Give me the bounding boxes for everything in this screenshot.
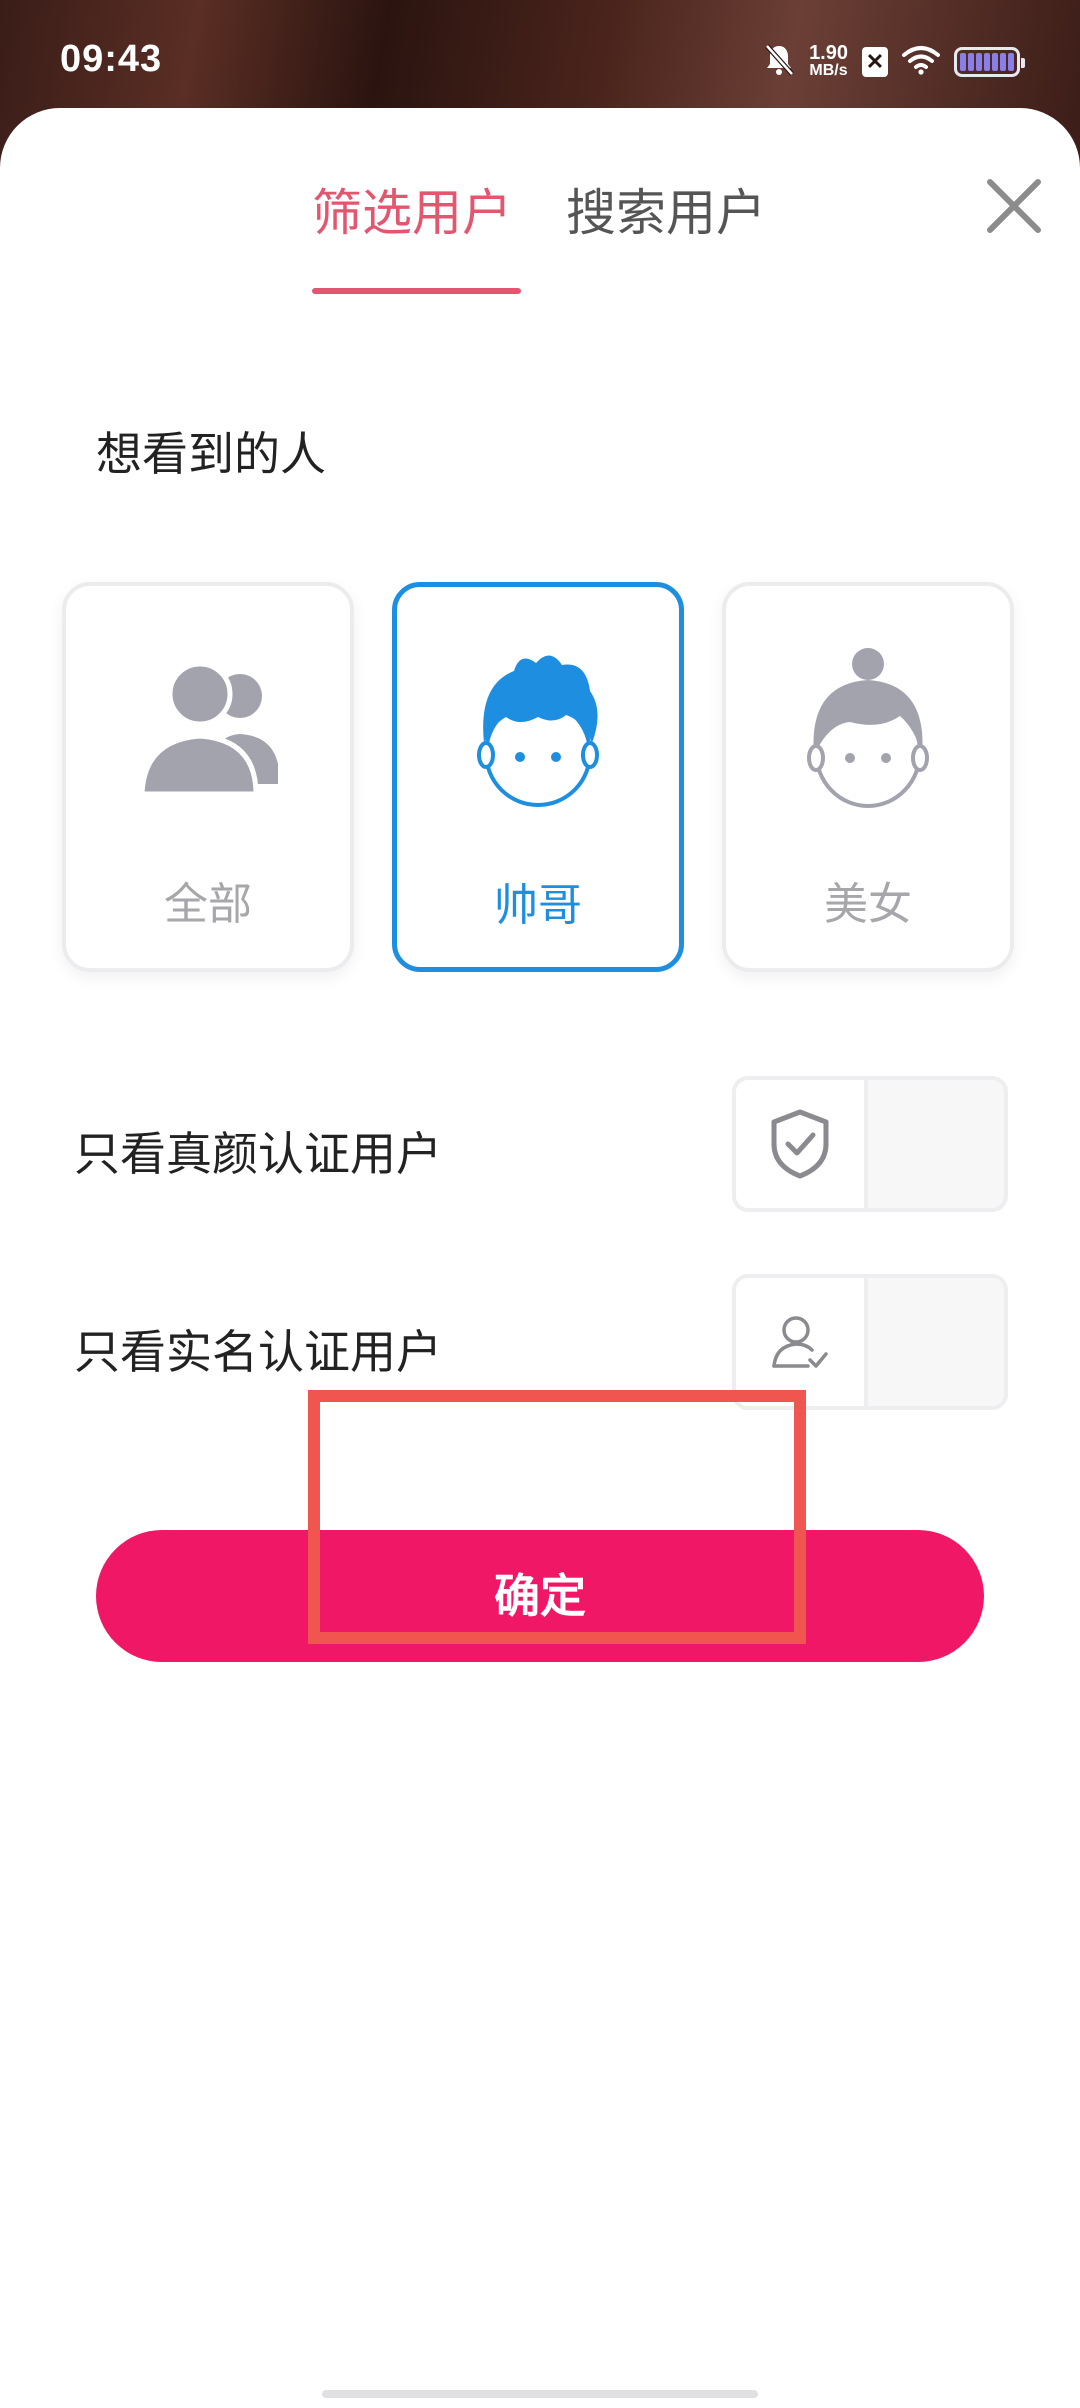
active-tab-indicator	[312, 288, 521, 294]
status-time: 09:43	[60, 38, 163, 80]
home-indicator[interactable]	[322, 2390, 758, 2398]
network-speed: 1.90 MB/s	[809, 42, 848, 80]
network-speed-unit: MB/s	[809, 62, 848, 79]
status-icons: 1.90 MB/s ✕	[763, 40, 1025, 84]
boy-face-icon	[477, 655, 599, 807]
gender-option-female[interactable]: 美女	[722, 582, 1014, 972]
filter-label-real-name: 只看实名认证用户	[74, 1325, 442, 1379]
real-face-toggle[interactable]	[732, 1076, 1008, 1212]
gender-option-male[interactable]: 帅哥	[392, 582, 684, 972]
gender-option-label: 帅哥	[494, 880, 582, 931]
network-speed-value: 1.90	[809, 42, 848, 64]
close-button[interactable]	[982, 174, 1046, 238]
toggle-knob	[736, 1278, 868, 1406]
section-title: 想看到的人	[96, 427, 326, 481]
user-check-icon	[772, 1316, 828, 1368]
sim-x-icon: ✕	[862, 47, 888, 77]
gender-option-label: 全部	[164, 879, 252, 930]
tab-search-users[interactable]: 搜索用户	[566, 178, 766, 248]
group-users-icon	[139, 661, 278, 797]
gender-option-all[interactable]: 全部	[62, 582, 354, 972]
filter-row-real-face: 只看真颜认证用户	[0, 1074, 1080, 1214]
shield-check-icon	[771, 1109, 829, 1179]
tab-filter-users[interactable]: 筛选用户	[312, 178, 512, 248]
bell-muted-icon	[763, 43, 795, 81]
tab-bar: 筛选用户 搜索用户	[0, 108, 1080, 298]
close-icon	[987, 179, 1041, 233]
status-bar: 09:43 1.90 MB/s ✕	[0, 0, 1080, 105]
highlight-box	[308, 1390, 806, 1644]
filter-sheet: 筛选用户 搜索用户 想看到的人 全部 帅哥 美女 只看真颜认证用户 只看实名认证…	[0, 108, 1080, 2408]
gender-option-label: 美女	[824, 879, 912, 930]
filter-label-real-face: 只看真颜认证用户	[74, 1127, 442, 1181]
girl-face-icon	[807, 648, 929, 808]
toggle-knob	[736, 1080, 868, 1208]
battery-icon	[954, 47, 1025, 77]
wifi-icon	[902, 45, 940, 79]
